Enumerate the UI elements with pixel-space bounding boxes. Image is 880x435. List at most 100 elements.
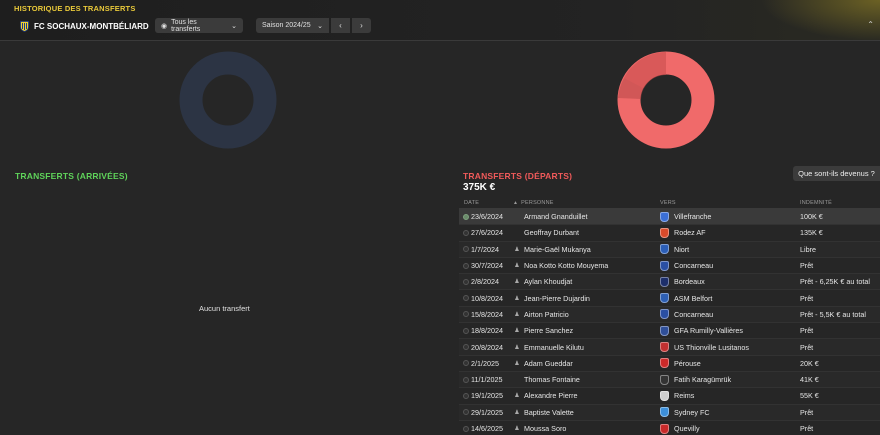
transfer-fee: Prêt [800, 424, 814, 433]
row-select-checkbox[interactable] [463, 344, 469, 351]
person-icon: ♟ [514, 311, 520, 318]
table-row[interactable]: 18/8/2024 ♟ Pierre Sanchez GFA Rumilly-Vall… [459, 323, 880, 340]
season-dropdown[interactable]: Saison 2024/25 ⌄ [256, 18, 329, 33]
row-select-checkbox[interactable] [463, 360, 469, 367]
transfer-date: 11/1/2025 [471, 375, 503, 385]
person-cell[interactable]: ♟ Aylan Khoudjat [513, 277, 660, 286]
person-cell[interactable]: ♟ Airton Patricio [513, 310, 660, 319]
destination-cell[interactable]: Rodez AF [660, 227, 800, 238]
transfer-fee: 135K € [800, 228, 823, 238]
date-cell: 14/6/2025 [459, 424, 513, 433]
person-cell[interactable]: ♟ Marie-Gaël Mukanya [513, 245, 660, 254]
person-icon: ♟ [514, 393, 520, 400]
row-select-checkbox[interactable] [463, 409, 469, 416]
row-select-checkbox[interactable] [463, 327, 469, 334]
table-body: 23/6/2024 Armand Gnanduillet Villefranche 1… [459, 209, 880, 435]
table-row[interactable]: 15/8/2024 ♟ Airton Patricio Concarneau Prêt … [459, 306, 880, 324]
table-row[interactable]: 10/8/2024 ♟ Jean-Pierre Dujardin ASM Belfor… [459, 290, 880, 307]
table-row[interactable]: 30/7/2024 ♟ Noa Kotto Kotto Mouyema Concarn… [459, 258, 880, 275]
header-bar: HISTORIQUE DES TRANSFERTS FC SOCHAUX-MON… [0, 0, 880, 41]
row-select-checkbox[interactable] [463, 295, 469, 302]
date-cell: 10/8/2024 [459, 294, 513, 303]
row-select-checkbox[interactable] [463, 213, 469, 220]
transfer-fee: 20K € [800, 358, 819, 368]
column-date[interactable]: DATE [459, 200, 513, 206]
person-cell[interactable]: ♟ Adam Gueddar [513, 359, 660, 368]
row-select-checkbox[interactable] [463, 262, 469, 269]
club-badge-icon [660, 260, 669, 271]
person-cell[interactable]: ♟ Jean-Pierre Dujardin [513, 294, 660, 303]
destination-cell[interactable]: US Thionville Lusitanos [660, 342, 800, 353]
table-row[interactable]: 2/1/2025 ♟ Adam Gueddar Pérouse 20K € [459, 356, 880, 372]
row-select-checkbox[interactable] [463, 229, 469, 236]
table-row[interactable]: 23/6/2024 Armand Gnanduillet Villefranche 1… [459, 209, 880, 226]
person-cell[interactable]: ♟ Baptiste Valette [513, 408, 660, 417]
person-cell[interactable]: ♟ Alexandre Pierre [513, 391, 660, 400]
club-badge-icon [660, 374, 669, 385]
person-cell[interactable]: Geoffray Durbant [513, 228, 660, 237]
person-icon: ♟ [514, 279, 520, 286]
row-select-checkbox[interactable] [463, 311, 469, 318]
chevron-down-icon: ⌄ [317, 22, 323, 30]
table-row[interactable]: 29/1/2025 ♟ Baptiste Valette Sydney FC Prêt [459, 404, 880, 421]
destination-cell[interactable]: Pérouse [660, 358, 800, 369]
destination-cell[interactable]: Niort [660, 244, 800, 255]
destination-cell[interactable]: Concarneau [660, 309, 800, 320]
next-season-button[interactable]: › [352, 18, 371, 33]
person-cell[interactable]: ♟ Noa Kotto Kotto Mouyema [513, 261, 660, 270]
table-row[interactable]: 19/1/2025 ♟ Alexandre Pierre Reims 55K € [459, 388, 880, 405]
destination-cell[interactable]: Quevilly [660, 423, 800, 434]
destination-cell[interactable]: Sydney FC [660, 407, 800, 418]
row-select-checkbox[interactable] [463, 392, 469, 399]
arrivals-donut-ring [179, 51, 277, 149]
transfer-date: 2/8/2024 [471, 277, 499, 287]
club-selector[interactable]: FC SOCHAUX-MONTBÉLIARD ⌄ [20, 19, 162, 33]
person-icon: ♟ [514, 328, 520, 335]
arrivals-donut-chart [179, 51, 277, 149]
column-person[interactable]: ▲ PERSONNE [513, 200, 660, 206]
destination-cell[interactable]: ASM Belfort [660, 293, 800, 304]
chevron-left-icon: ‹ [339, 21, 342, 30]
row-select-checkbox[interactable] [463, 376, 469, 383]
club-badge-icon [660, 227, 669, 238]
person-cell[interactable]: ♟ Emmanuelle Kilutu [513, 343, 660, 352]
row-select-checkbox[interactable] [463, 425, 469, 432]
table-row[interactable]: 11/1/2025 Thomas Fontaine Fatih Karagümrük… [459, 371, 880, 389]
arrivals-title: TRANSFERTS (ARRIVÉES) [15, 171, 128, 181]
table-row[interactable]: 14/6/2025 ♟ Moussa Soro Quevilly Prêt [459, 421, 880, 435]
destination-cell[interactable]: Villefranche [660, 211, 800, 222]
date-cell: 20/8/2024 [459, 343, 513, 352]
collapse-header-button[interactable]: ⌃ [867, 20, 874, 29]
club-badge-icon [660, 211, 669, 222]
person-icon: ♟ [514, 426, 520, 432]
transfer-fee: Prêt [800, 342, 814, 352]
transfer-filter-dropdown[interactable]: ◉ Tous les transferts ⌄ [155, 18, 243, 33]
club-badge-icon [660, 423, 669, 434]
player-name: Alexandre Pierre [524, 391, 578, 401]
transfer-fee: 55K € [800, 391, 819, 401]
previous-season-button[interactable]: ‹ [331, 18, 350, 33]
date-cell: 11/1/2025 [459, 375, 513, 384]
date-cell: 30/7/2024 [459, 261, 513, 270]
person-cell[interactable]: Armand Gnanduillet [513, 212, 660, 221]
player-name: Marie-Gaël Mukanya [524, 244, 591, 254]
column-fee[interactable]: INDEMNITÉ [800, 200, 880, 206]
destination-cell[interactable]: Concarneau [660, 260, 800, 271]
row-select-checkbox[interactable] [463, 278, 469, 285]
person-cell[interactable]: ♟ Pierre Sanchez [513, 326, 660, 335]
table-row[interactable]: 27/6/2024 Geoffray Durbant Rodez AF 135K € [459, 225, 880, 242]
table-row[interactable]: 2/8/2024 ♟ Aylan Khoudjat Bordeaux Prêt - 6,… [459, 274, 880, 291]
transfer-fee: Prêt - 6,25K € au total [800, 277, 870, 287]
person-cell[interactable]: Thomas Fontaine [513, 375, 660, 384]
destination-cell[interactable]: Bordeaux [660, 276, 800, 287]
destination-cell[interactable]: Fatih Karagümrük [660, 374, 800, 385]
row-select-checkbox[interactable] [463, 246, 469, 253]
no-transfer-message: Aucun transfert [199, 304, 250, 313]
person-cell[interactable]: ♟ Moussa Soro [513, 424, 660, 433]
destination-cell[interactable]: Reims [660, 390, 800, 401]
what-became-of-them-button[interactable]: Que sont-ils devenus ? [793, 166, 880, 181]
table-row[interactable]: 1/7/2024 ♟ Marie-Gaël Mukanya Niort Libre [459, 241, 880, 258]
table-row[interactable]: 20/8/2024 ♟ Emmanuelle Kilutu US Thionville… [459, 339, 880, 356]
destination-cell[interactable]: GFA Rumilly-Vallières [660, 325, 800, 336]
column-to[interactable]: VERS [660, 200, 800, 206]
